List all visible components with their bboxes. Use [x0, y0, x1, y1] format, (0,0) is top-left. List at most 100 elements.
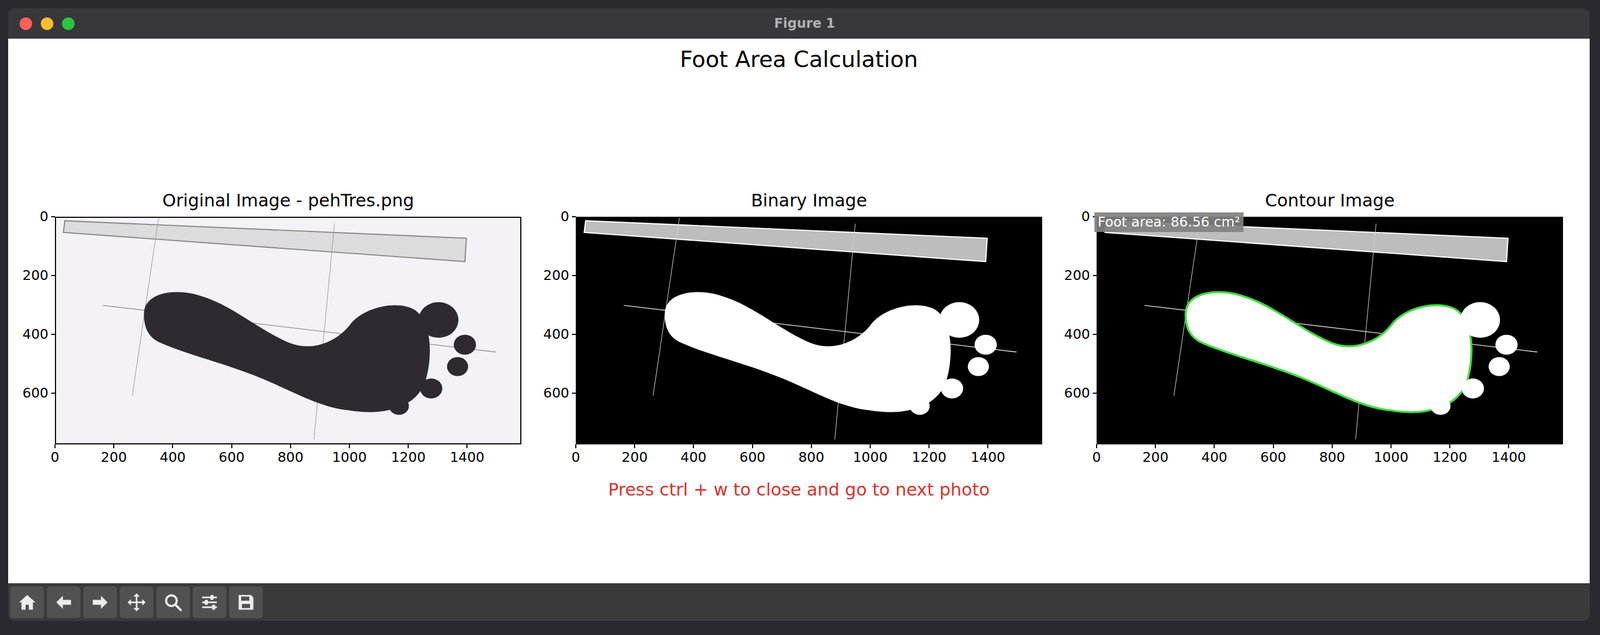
close-window-icon[interactable] — [19, 17, 33, 30]
x-tick — [54, 444, 56, 448]
subplot: Contour Image0200400600Foot area: 86.56 … — [1055, 189, 1563, 471]
forward-button[interactable] — [83, 586, 118, 618]
x-tick-label: 600 — [739, 449, 766, 466]
x-tick — [987, 444, 989, 448]
y-tick — [1092, 274, 1097, 276]
title-bar: Figure 1 — [8, 8, 1590, 39]
y-tick — [571, 216, 576, 218]
y-tick-label: 200 — [543, 267, 570, 283]
subplot-row: Original Image - pehTres.png020040060002… — [8, 189, 1590, 471]
x-tick — [575, 444, 577, 448]
y-tick — [571, 392, 576, 394]
x-tick-label: 1200 — [1432, 449, 1468, 466]
forward-arrow-icon — [90, 592, 110, 612]
y-tick-label: 600 — [1063, 385, 1091, 402]
x-tick-label: 1200 — [390, 449, 426, 466]
y-tick-label: 200 — [1063, 267, 1091, 283]
y-tick-label: 400 — [543, 326, 570, 343]
save-button[interactable] — [229, 586, 263, 618]
foot-image-icon — [56, 217, 521, 443]
window-title: Figure 1 — [773, 13, 835, 34]
x-tick-label: 1400 — [1491, 449, 1527, 466]
subplot-title: Original Image - pehTres.png — [54, 189, 522, 211]
y-tick — [571, 333, 576, 335]
x-tick-label: 200 — [1142, 449, 1169, 466]
x-tick-label: 1400 — [450, 449, 485, 466]
zoom-window-icon[interactable] — [62, 17, 75, 30]
x-tick-label: 600 — [218, 449, 245, 466]
foot-image-icon — [576, 217, 1042, 443]
x-tick — [348, 444, 350, 448]
x-tick — [1096, 444, 1098, 448]
axes — [54, 216, 522, 445]
y-tick — [51, 274, 55, 276]
x-tick-label: 400 — [1201, 449, 1228, 466]
x-tick — [1390, 444, 1392, 448]
y-tick — [51, 216, 55, 218]
y-tick-label: 0 — [39, 208, 49, 225]
x-tick — [928, 444, 930, 448]
sliders-icon — [199, 592, 220, 612]
x-axis: 0200400600800100012001400 — [575, 444, 1043, 472]
x-tick — [466, 444, 468, 448]
y-axis: 0200400600 — [1055, 216, 1097, 445]
figure-title: Foot Area Calculation — [8, 38, 1590, 73]
figure-canvas: Foot Area Calculation Original Image - p… — [8, 38, 1590, 583]
x-tick-label: 1400 — [970, 449, 1006, 466]
x-tick — [1449, 444, 1451, 448]
foot-image-icon — [1097, 217, 1562, 443]
x-tick-label: 400 — [160, 449, 187, 466]
y-tick — [1092, 333, 1097, 335]
y-tick-label: 600 — [543, 385, 570, 402]
y-tick-label: 400 — [22, 326, 49, 343]
y-tick-label: 600 — [22, 385, 49, 402]
axes: Foot area: 86.56 cm² — [1096, 216, 1563, 445]
subplot: Original Image - pehTres.png 0 200 400 600 0 2… — [13, 189, 522, 471]
x-tick-label: 800 — [798, 449, 825, 466]
x-tick — [407, 444, 409, 448]
minimize-window-icon[interactable] — [40, 17, 54, 30]
figure-window: Figure 1 Foot Area Calculation Original … — [8, 8, 1590, 621]
x-tick-label: 1000 — [331, 449, 367, 466]
x-tick-label: 400 — [680, 449, 707, 466]
pan-button[interactable] — [119, 586, 154, 618]
x-tick — [692, 444, 694, 448]
area-annotation: Foot area: 86.56 cm² — [1094, 212, 1244, 232]
configure-subplots-button[interactable] — [192, 586, 227, 618]
axes — [575, 216, 1043, 445]
zoom-button[interactable] — [156, 586, 190, 618]
y-tick-label: 200 — [22, 267, 49, 283]
y-axis: 0200400600 — [13, 216, 55, 445]
y-tick-label: 0 — [1081, 208, 1091, 225]
x-tick — [1331, 444, 1333, 448]
y-tick — [51, 392, 55, 394]
x-tick — [1154, 444, 1156, 448]
navigation-toolbar — [8, 582, 1590, 621]
x-tick-label: 200 — [100, 449, 127, 466]
x-axis: 0200400600800100012001400 — [1096, 444, 1563, 472]
y-tick-label: 0 — [560, 208, 570, 225]
x-tick-label: 1000 — [852, 449, 888, 466]
y-axis: 0200400600 — [534, 216, 576, 445]
image-panel — [1096, 216, 1563, 445]
home-button[interactable] — [10, 586, 45, 618]
x-axis: 0200400600800100012001400 — [54, 444, 522, 472]
x-tick — [1272, 444, 1275, 448]
x-tick-label: 800 — [1319, 449, 1346, 466]
back-arrow-icon — [53, 592, 74, 612]
x-tick — [290, 444, 292, 448]
y-tick — [1092, 392, 1097, 394]
x-tick — [869, 444, 871, 448]
x-tick-label: 0 — [50, 449, 60, 466]
back-button[interactable] — [46, 586, 81, 618]
floppy-disk-icon — [236, 592, 256, 612]
x-tick — [231, 444, 233, 448]
x-tick — [1508, 444, 1510, 448]
x-tick — [1213, 444, 1215, 448]
x-tick-label: 1200 — [911, 449, 947, 466]
home-icon — [17, 592, 38, 612]
x-tick-label: 800 — [277, 449, 304, 466]
x-tick — [171, 444, 174, 448]
x-tick — [810, 444, 812, 448]
y-tick — [51, 333, 55, 335]
